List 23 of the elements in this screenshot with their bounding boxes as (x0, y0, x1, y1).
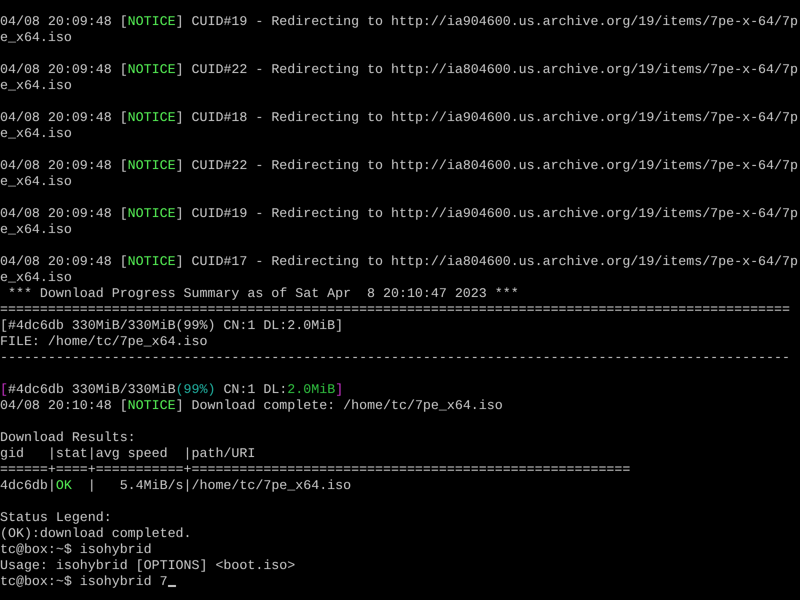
terminal-line: tc@box:~$ isohybrid (0, 542, 153, 558)
terminal-line: Status Legend: (0, 510, 113, 526)
terminal-line: [#4dc6db 330MiB/330MiB(99%) CN:1 DL:2.0MiB] (0, 382, 344, 398)
terminal-line: 04/08 20:09:48 [NOTICE] CUID#22 - Redirecting to http://ia804600.us.archive.org/19/items/7pe-x-64/7pe_x64.iso (0, 158, 799, 190)
terminal-line: 4dc6db|OK | 5.4MiB/s|/home/tc/7pe_x64.iso (0, 478, 352, 494)
terminal-line: 04/08 20:09:48 [NOTICE] CUID#19 - Redirecting to http://ia904600.us.archive.org/19/items/7pe-x-64/7pe_x64.iso (0, 14, 799, 46)
terminal-line: --------------------------------------------------------------------------------------------------- (0, 350, 791, 366)
terminal-line: *** Download Progress Summary as of Sat Apr 8 20:10:47 2023 *** (6, 286, 520, 302)
terminal-line: gid |stat|avg speed |path/URI (0, 446, 256, 462)
terminal-line: 04/08 20:09:48 [NOTICE] CUID#22 - Redirecting to http://ia804600.us.archive.org/19/items/7pe-x-64/7pe_x64.iso (0, 62, 799, 94)
terminal-line: FILE: /home/tc/7pe_x64.iso (0, 334, 208, 350)
terminal-line: ======+====+===========+======================================================= (0, 462, 632, 478)
terminal-line: =================================================================================================== (0, 302, 791, 318)
terminal-line: (OK):download completed. (0, 526, 193, 542)
terminal-line: [#4dc6db 330MiB/330MiB(99%) CN:1 DL:2.0MiB] (0, 318, 344, 334)
terminal-line: 04/08 20:09:48 [NOTICE] CUID#18 - Redirecting to http://ia904600.us.archive.org/19/items/7pe-x-64/7pe_x64.iso (0, 110, 799, 142)
terminal-line: Download Results: (0, 430, 137, 446)
text-cursor (168, 585, 176, 587)
terminal-line: 04/08 20:09:48 [NOTICE] CUID#19 - Redirecting to http://ia904600.us.archive.org/19/items/7pe-x-64/7pe_x64.iso (0, 206, 799, 238)
terminal-line: 04/08 20:09:48 [NOTICE] CUID#17 - Redirecting to http://ia804600.us.archive.org/19/items/7pe-x-64/7pe_x64.iso (0, 254, 799, 286)
terminal-line: 04/08 20:10:48 [NOTICE] Download complete: /home/tc/7pe_x64.iso (0, 398, 504, 414)
terminal-line: Usage: isohybrid [OPTIONS] <boot.iso> (0, 558, 296, 574)
command-prompt: tc@box:~$ isohybrid 7 (0, 574, 800, 590)
